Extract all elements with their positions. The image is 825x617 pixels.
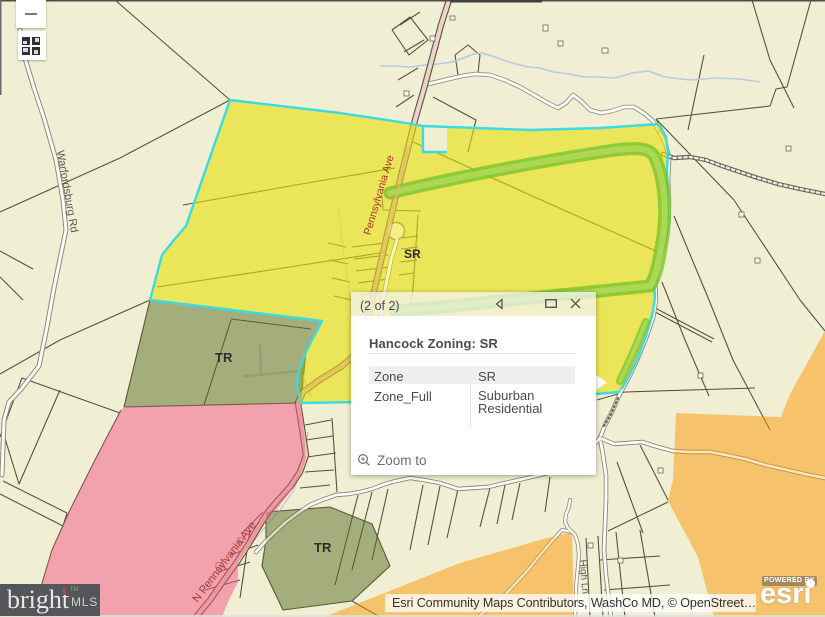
svg-text:SR: SR [404, 247, 421, 261]
svg-text:TR: TR [314, 540, 332, 555]
svg-text:TR: TR [215, 350, 233, 365]
